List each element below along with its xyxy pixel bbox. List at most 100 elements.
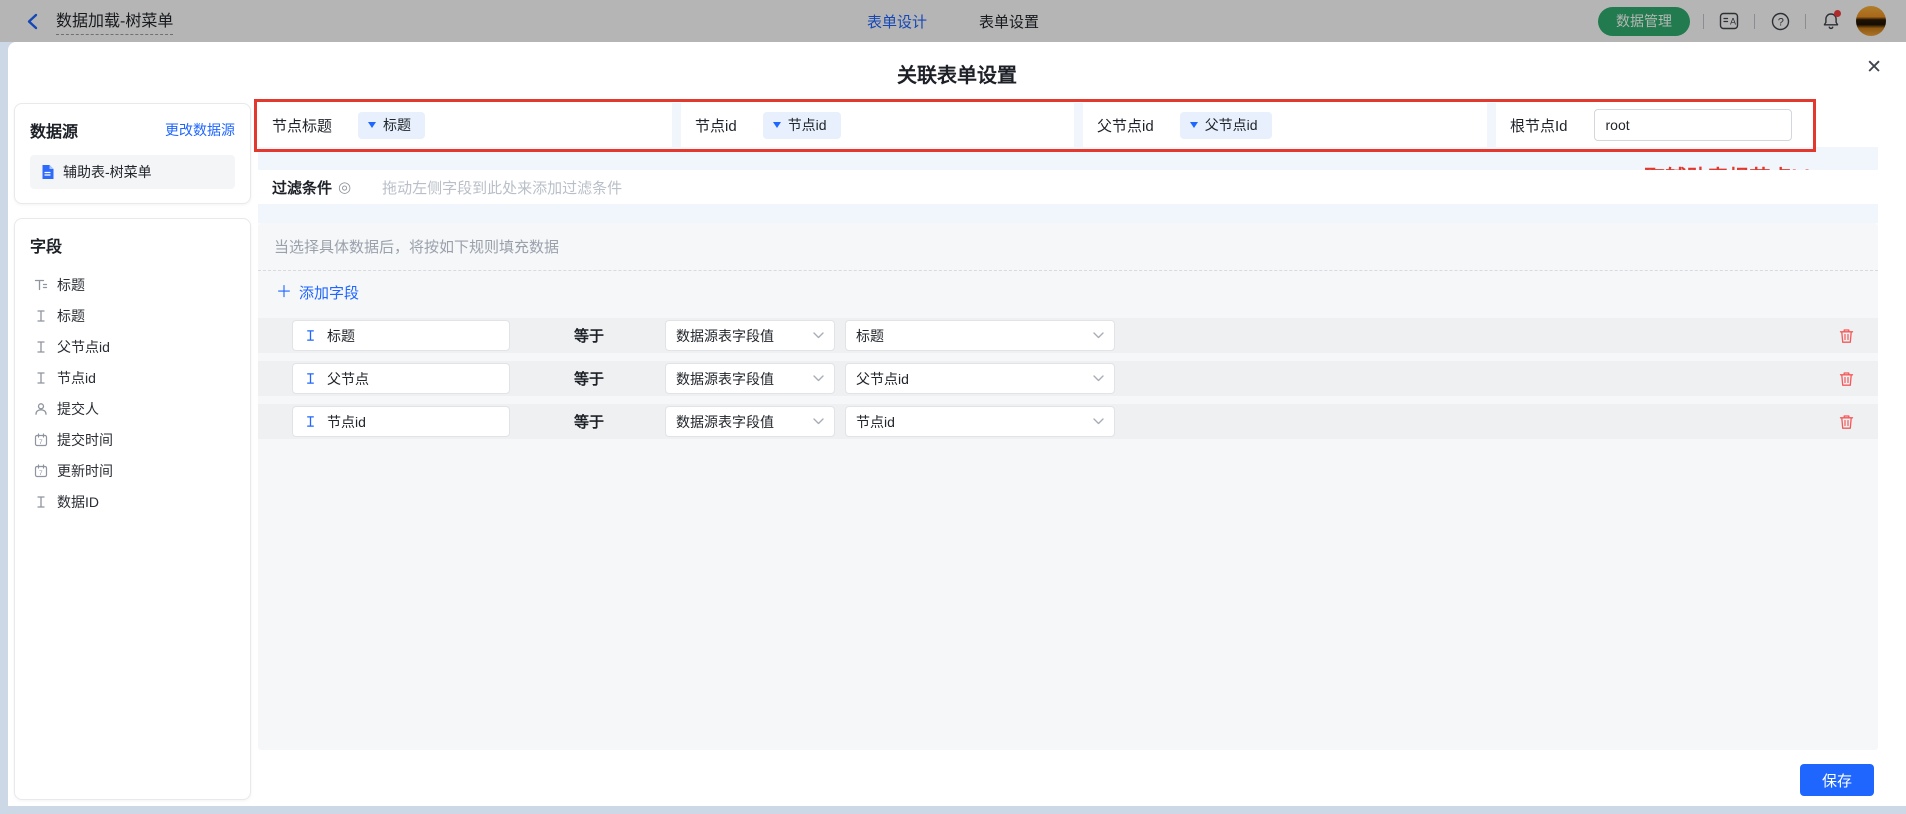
text-icon [33, 309, 48, 323]
field-item[interactable]: 数据ID [30, 486, 235, 517]
rule-row: 节点id 等于 数据源表字段值 节点id [258, 404, 1878, 439]
field-item-label: 标题 [57, 275, 85, 295]
node-id-label: 节点id [695, 115, 737, 136]
parent-node-id-mapping: 父节点id 父节点id [1083, 103, 1487, 147]
help-icon[interactable]: ? [1768, 9, 1792, 33]
datasource-header: 数据源 更改数据源 [30, 118, 235, 142]
field-item[interactable]: 提交人 [30, 393, 235, 424]
operator-label: 等于 [574, 368, 633, 389]
datasource-item-label: 辅助表-树菜单 [63, 162, 152, 182]
rule-row: 父节点 等于 数据源表字段值 父节点id [258, 361, 1878, 396]
chevron-down-icon [1093, 332, 1104, 339]
main-content: 节点标题 标题 节点id 节点id 父节点id [258, 103, 1878, 803]
filter-drop-zone[interactable]: 拖动左侧字段到此处来添加过滤条件 [382, 177, 622, 198]
node-id-field-tag[interactable]: 节点id [763, 112, 841, 139]
node-title-label: 节点标题 [272, 115, 332, 136]
rule-field-label: 父节点 [327, 369, 369, 389]
text-icon [303, 415, 318, 428]
spacer [258, 204, 1878, 223]
avatar[interactable] [1856, 6, 1886, 36]
change-datasource-link[interactable]: 更改数据源 [165, 120, 235, 140]
field-item-label: 数据ID [57, 492, 99, 512]
field-item[interactable]: 父节点id [30, 331, 235, 362]
value-source-select[interactable]: 数据源表字段值 [665, 363, 835, 394]
field-item[interactable]: 标题 [30, 300, 235, 331]
datasource-item[interactable]: 辅助表-树菜单 [30, 155, 235, 189]
directory-icon[interactable]: A [1717, 9, 1741, 33]
field-item-label: 提交人 [57, 399, 99, 419]
person-icon [33, 402, 48, 416]
rule-field-input[interactable]: 标题 [292, 320, 510, 351]
fill-rules-panel: 当选择具体数据后，将按如下规则填充数据 ＋ 添加字段 标题 等于 数据源 [258, 223, 1878, 750]
parent-node-id-field-tag[interactable]: 父节点id [1180, 112, 1272, 139]
svg-text:?: ? [1777, 16, 1783, 28]
chevron-down-icon [1190, 122, 1198, 128]
filter-label: 过滤条件 [272, 177, 332, 198]
field-item-label: 父节点id [57, 337, 110, 357]
root-node-id-input[interactable] [1594, 109, 1792, 141]
select-value: 标题 [856, 326, 884, 346]
calendar-icon: 7 [33, 433, 48, 447]
source-field-select[interactable]: 标题 [845, 320, 1115, 351]
tab-form-settings[interactable]: 表单设置 [979, 11, 1039, 32]
field-item[interactable]: 标题 [30, 269, 235, 300]
topbar-right: 数据管理 A ? [1598, 6, 1886, 36]
svg-text:A: A [1730, 17, 1736, 27]
topbar: 数据加载-树菜单 表单设计 表单设置 数据管理 A ? [0, 0, 1906, 42]
rule-field-label: 节点id [327, 412, 366, 432]
add-field-button[interactable]: ＋ 添加字段 [276, 282, 359, 303]
tab-form-design[interactable]: 表单设计 [867, 11, 927, 32]
rule-field-label: 标题 [327, 326, 355, 346]
select-value: 父节点id [856, 369, 909, 389]
node-title-field-tag[interactable]: 标题 [358, 112, 425, 139]
divider [1805, 14, 1806, 29]
divider [1703, 14, 1704, 29]
form-title[interactable]: 数据加载-树菜单 [56, 7, 173, 35]
value-source-select[interactable]: 数据源表字段值 [665, 320, 835, 351]
fields-list: 标题 标题 父节点id 节点id [30, 269, 235, 517]
select-value: 节点id [856, 412, 895, 432]
delete-row-icon[interactable] [1839, 328, 1854, 344]
svg-text:7: 7 [39, 439, 43, 446]
datasource-card: 数据源 更改数据源 辅助表-树菜单 [14, 103, 251, 204]
source-field-select[interactable]: 节点id [845, 406, 1115, 437]
field-item[interactable]: 7 提交时间 [30, 424, 235, 455]
modal-title: 关联表单设置 [8, 42, 1906, 88]
data-manage-button[interactable]: 数据管理 [1598, 7, 1690, 36]
calendar-icon: 7 [33, 464, 48, 478]
app-screen: 数据加载-树菜单 表单设计 表单设置 数据管理 A ? 关联表单 [0, 0, 1906, 814]
filter-help-icon[interactable]: ◎ [338, 178, 351, 196]
field-item[interactable]: 7 更新时间 [30, 455, 235, 486]
delete-row-icon[interactable] [1839, 414, 1854, 430]
relation-form-settings-modal: 关联表单设置 ✕ 数据源 更改数据源 辅助表-树菜单 字段 [8, 42, 1906, 806]
tag-value: 父节点id [1205, 115, 1258, 135]
value-source-select[interactable]: 数据源表字段值 [665, 406, 835, 437]
text-icon [303, 372, 318, 385]
operator-label: 等于 [574, 325, 633, 346]
root-node-id-mapping: 根节点Id [1496, 103, 1878, 147]
node-title-mapping: 节点标题 标题 [258, 103, 672, 147]
delete-row-icon[interactable] [1839, 371, 1854, 387]
fields-title: 字段 [30, 233, 235, 257]
close-icon[interactable]: ✕ [1866, 58, 1882, 77]
svg-text:7: 7 [39, 470, 43, 477]
select-value: 数据源表字段值 [676, 369, 774, 389]
source-field-select[interactable]: 父节点id [845, 363, 1115, 394]
fields-card: 字段 标题 标题 父节点id [14, 218, 251, 800]
node-mapping-bar: 节点标题 标题 节点id 节点id 父节点id [258, 103, 1878, 147]
notification-bell-icon[interactable] [1819, 9, 1843, 33]
field-item[interactable]: 节点id [30, 362, 235, 393]
filter-condition-row: 过滤条件 ◎ 拖动左侧字段到此处来添加过滤条件 [258, 170, 1878, 204]
back-icon[interactable] [20, 9, 44, 33]
plus-icon: ＋ [276, 285, 292, 301]
divider [1754, 14, 1755, 29]
tag-value: 标题 [383, 115, 411, 135]
rule-rows: 标题 等于 数据源表字段值 标题 [258, 318, 1878, 447]
chevron-down-icon [1093, 418, 1104, 425]
rule-field-input[interactable]: 节点id [292, 406, 510, 437]
chevron-down-icon [773, 122, 781, 128]
text-icon [303, 329, 318, 342]
save-button[interactable]: 保存 [1800, 764, 1874, 796]
select-value: 数据源表字段值 [676, 412, 774, 432]
rule-field-input[interactable]: 父节点 [292, 363, 510, 394]
